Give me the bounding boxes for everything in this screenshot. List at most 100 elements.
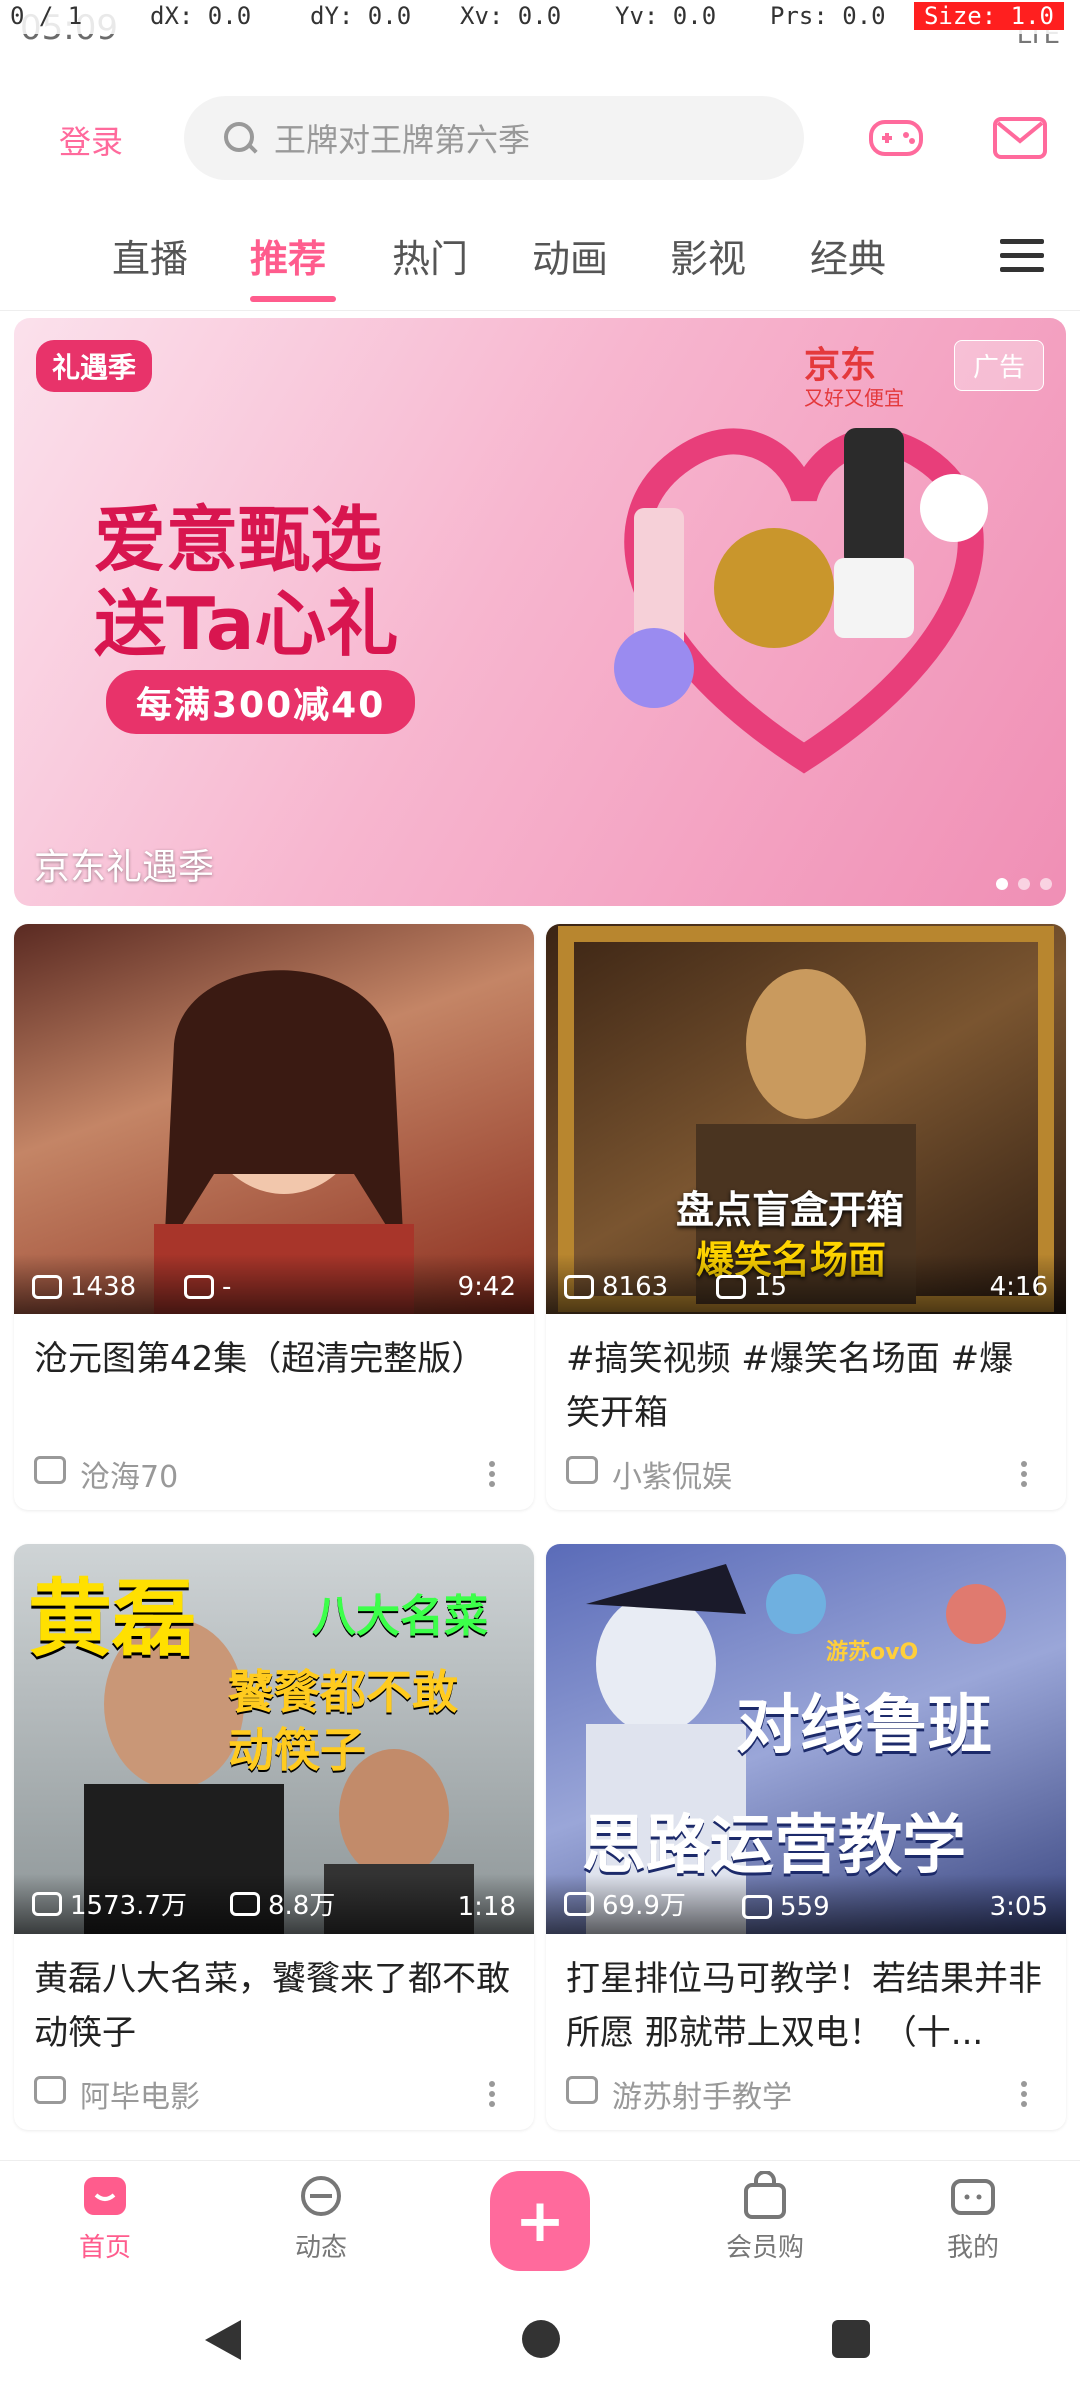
search-placeholder: 王牌对王牌第六季: [274, 121, 531, 159]
bottom-navigation: 首页 动态 + 会员购 我的: [0, 2160, 1080, 2281]
thumbnail-caption: 游苏ovO: [826, 1640, 919, 1665]
uploader-name[interactable]: 小紫侃娱: [612, 1452, 732, 1496]
view-count: 1573.7万: [32, 1885, 187, 1922]
ad-label: 广告: [954, 340, 1045, 391]
search-icon: [220, 118, 260, 158]
nav-mall[interactable]: 会员购: [690, 2170, 840, 2264]
nav-label: 会员购: [725, 2233, 804, 2263]
debug-xv: Xv: 0.0: [460, 2, 562, 30]
thumbnail-caption: 盘点盲盒开箱: [676, 1188, 905, 1232]
more-options-icon[interactable]: [472, 2074, 512, 2114]
recent-apps-icon[interactable]: [832, 2320, 870, 2358]
tab-live[interactable]: 直播: [112, 228, 188, 283]
login-button[interactable]: 登录: [36, 90, 146, 190]
nav-home[interactable]: 首页: [30, 2171, 180, 2264]
video-title[interactable]: #搞笑视频 #爆笑名场面 #爆笑开箱: [546, 1314, 1066, 1440]
thumbnail-caption: 思路运营教学: [582, 1809, 966, 1883]
more-options-icon[interactable]: [1004, 2074, 1044, 2114]
uploader-icon: [566, 1456, 598, 1484]
danmaku-icon: [230, 1891, 260, 1916]
danmaku-count: -: [184, 1272, 231, 1302]
video-title[interactable]: 沧元图第42集（超清完整版）: [14, 1314, 534, 1440]
tab-film[interactable]: 影视: [670, 228, 746, 283]
play-count-icon: [564, 1275, 594, 1299]
video-thumbnail[interactable]: 盘点盲盒开箱 爆笑名场面 8163 15 4:16: [546, 924, 1066, 1314]
view-count: 1438: [32, 1272, 136, 1302]
ad-banner[interactable]: 礼遇季 京东 又好又便宜 广告 爱意甄选 送Ta心礼 每满300减40 京东礼遇…: [14, 318, 1066, 906]
debug-dy: dY: 0.0: [310, 2, 412, 30]
menu-icon[interactable]: [1000, 230, 1044, 290]
uploader-icon: [34, 1456, 66, 1484]
video-thumbnail[interactable]: 游苏ovO 对线鲁班 思路运营教学 69.9万 559 3:05: [546, 1544, 1066, 1934]
active-tab-indicator: [250, 296, 336, 302]
more-options-icon[interactable]: [472, 1454, 512, 1494]
banner-promo-pill: 每满300减40: [106, 670, 416, 734]
tab-recommend[interactable]: 推荐: [250, 228, 326, 283]
nav-label: 动态: [294, 2233, 347, 2263]
thumbnail-caption: 饕餮都不敢: [228, 1665, 458, 1719]
nav-dynamic[interactable]: 动态: [246, 2171, 396, 2264]
danmaku-count: 8.8万: [230, 1885, 335, 1922]
gamepad-icon[interactable]: [858, 100, 934, 176]
danmaku-count: 559: [742, 1892, 830, 1922]
video-card[interactable]: 游苏ovO 对线鲁班 思路运营教学 69.9万 559 3:05 打星排位马可教…: [546, 1544, 1066, 2130]
video-thumbnail[interactable]: 1438 - 9:42: [14, 924, 534, 1314]
search-input[interactable]: 王牌对王牌第六季: [184, 96, 804, 180]
tab-classic[interactable]: 经典: [810, 228, 886, 283]
debug-dx: dX: 0.0: [150, 2, 252, 30]
debug-prs: Prs: 0.0: [770, 2, 886, 30]
jd-logo: 京东: [804, 345, 877, 386]
top-header: 登录 王牌对王牌第六季: [0, 60, 1080, 210]
uploader-name[interactable]: 沧海70: [80, 1452, 178, 1496]
view-count: 8163: [564, 1272, 668, 1302]
video-card[interactable]: 黄磊 八大名菜 饕餮都不敢 动筷子 1573.7万 8.8万 1:18 黄磊八大…: [14, 1544, 534, 2130]
play-count-icon: [32, 1891, 62, 1916]
uploader-name[interactable]: 阿毕电影: [80, 2072, 200, 2116]
dynamic-icon: [296, 2171, 346, 2221]
nav-profile[interactable]: 我的: [898, 2171, 1048, 2264]
video-duration: 3:05: [989, 1892, 1048, 1922]
view-count: 69.9万: [564, 1885, 686, 1922]
uploader-name[interactable]: 游苏射手教学: [612, 2072, 792, 2116]
debug-pointer: 0 / 1: [10, 2, 83, 30]
nav-label: 首页: [78, 2233, 131, 2263]
nav-label: 我的: [946, 2233, 999, 2263]
more-options-icon[interactable]: [1004, 1454, 1044, 1494]
video-duration: 9:42: [457, 1272, 516, 1302]
home-icon[interactable]: [522, 2320, 560, 2358]
shopping-bag-icon: [740, 2170, 790, 2221]
play-count-icon: [564, 1891, 594, 1916]
thumbnail-caption: 八大名菜: [312, 1591, 488, 1642]
play-count-icon: [32, 1275, 62, 1299]
danmaku-count: 15: [716, 1272, 787, 1302]
video-duration: 4:16: [989, 1272, 1048, 1302]
thumbnail-caption: 动筷子: [228, 1723, 366, 1777]
profile-tv-icon: [948, 2171, 998, 2221]
tab-hot[interactable]: 热门: [392, 228, 468, 283]
video-title[interactable]: 黄磊八大名菜，饕餮来了都不敢动筷子: [14, 1934, 534, 2060]
thumbnail-caption: 对线鲁班: [736, 1689, 992, 1763]
banner-page-dots: [996, 878, 1052, 890]
plus-icon[interactable]: +: [490, 2171, 590, 2271]
video-thumbnail[interactable]: 黄磊 八大名菜 饕餮都不敢 动筷子 1573.7万 8.8万 1:18: [14, 1544, 534, 1934]
danmaku-icon: [716, 1275, 746, 1299]
debug-size: Size: 1.0: [913, 2, 1064, 30]
uploader-icon: [566, 2076, 598, 2104]
mail-icon[interactable]: [982, 100, 1058, 176]
category-tabs: 直播 推荐 热门 动画 影视 经典: [0, 210, 1080, 311]
back-icon[interactable]: [205, 2320, 241, 2360]
video-card[interactable]: 盘点盲盒开箱 爆笑名场面 8163 15 4:16 #搞笑视频 #爆笑名场面 #…: [546, 924, 1066, 1510]
banner-headline: 爱意甄选 送Ta心礼: [94, 498, 399, 666]
debug-yv: Yv: 0.0: [615, 2, 717, 30]
gift-heart-illustration: [614, 428, 988, 774]
system-navigation-bar: [0, 2280, 1080, 2400]
danmaku-icon: [742, 1895, 772, 1919]
video-card[interactable]: 1438 - 9:42 沧元图第42集（超清完整版） 沧海70: [14, 924, 534, 1510]
video-duration: 1:18: [457, 1892, 516, 1922]
pointer-debug-overlay: 0 / 1 dX: 0.0 dY: 0.0 Xv: 0.0 Yv: 0.0 Pr…: [0, 0, 1080, 34]
uploader-icon: [34, 2076, 66, 2104]
video-title[interactable]: 打星排位马可教学！若结果并非所愿 那就带上双电！（十...: [546, 1934, 1066, 2060]
banner-title: 京东礼遇季: [34, 847, 215, 888]
tab-anime[interactable]: 动画: [532, 228, 608, 283]
danmaku-icon: [184, 1275, 214, 1299]
